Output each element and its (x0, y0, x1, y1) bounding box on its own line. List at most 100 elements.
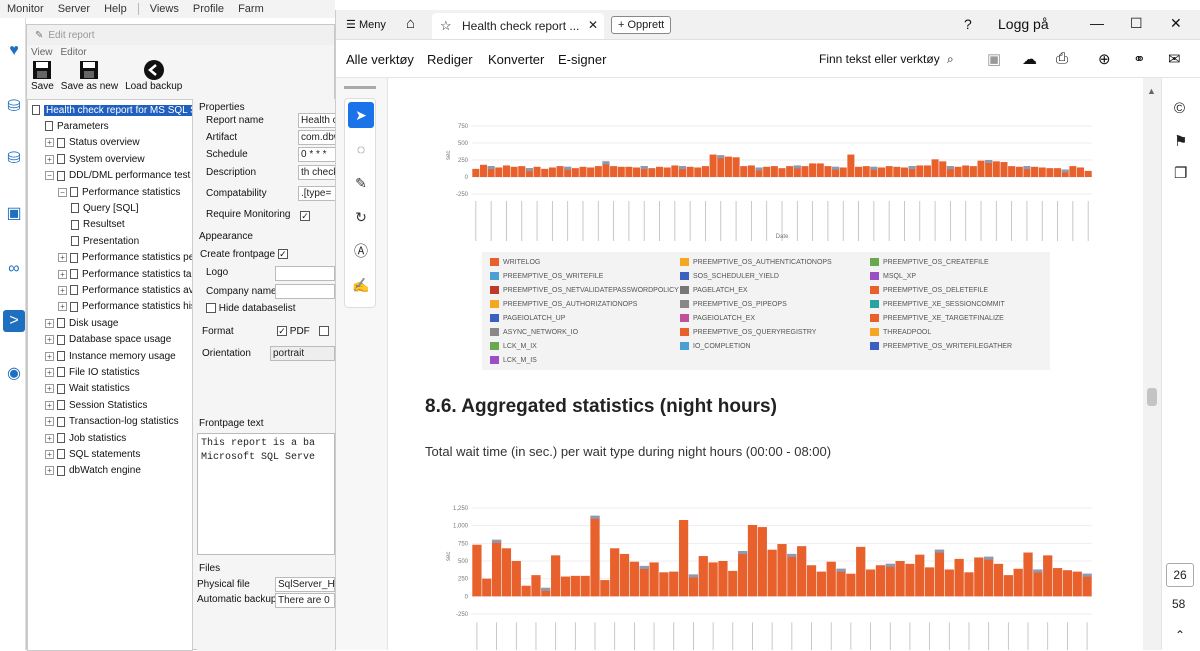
signature-icon[interactable]: ✍ (348, 272, 374, 298)
menubar-item-views[interactable]: Views (143, 3, 186, 15)
tree-item[interactable]: Presentation (71, 233, 139, 249)
property-value-field[interactable]: .[type= (298, 186, 335, 201)
tree-item[interactable]: + Job statistics (45, 430, 126, 446)
automatic-backups-field[interactable]: There are 0 (275, 593, 335, 608)
property-value-field[interactable]: 0 * * * (298, 147, 335, 162)
calendar-icon[interactable]: ▣ (3, 203, 25, 225)
menu-button[interactable]: ☰ Meny (346, 18, 386, 31)
scrollbar-thumb[interactable] (1147, 388, 1157, 406)
tree-item[interactable]: + dbWatch engine (45, 463, 141, 479)
tree-expander-icon[interactable]: + (45, 466, 54, 476)
pages-icon[interactable]: ❐ (1174, 164, 1187, 182)
tree-item[interactable]: Query [SQL] (71, 200, 139, 216)
lasso-icon[interactable]: ↻ (348, 204, 374, 230)
tree-expander-icon[interactable]: + (45, 417, 54, 427)
binoculars-icon[interactable]: ∞ (3, 258, 25, 280)
tree-item[interactable]: Parameters (45, 118, 109, 134)
minimize-icon[interactable]: — (1090, 15, 1104, 31)
pen-icon[interactable]: ✎ (348, 170, 374, 196)
hide-databaselist-checkbox[interactable] (206, 303, 216, 314)
tree-item[interactable]: + Session Statistics (45, 397, 147, 413)
scroll-top-icon[interactable]: ⌃ (1175, 628, 1185, 642)
tree-expander-icon[interactable]: + (58, 269, 67, 279)
convert-button[interactable]: Konverter (488, 52, 544, 67)
require-monitoring-checkbox[interactable]: ✓ (300, 211, 310, 221)
menu-view[interactable]: View (27, 47, 57, 58)
tree-item[interactable]: + Performance statistics histor (58, 299, 192, 315)
login-button[interactable]: Logg på (998, 16, 1049, 32)
vertical-scrollbar[interactable]: ▲ (1143, 78, 1161, 650)
drag-handle[interactable] (344, 86, 376, 89)
company-name-field[interactable] (275, 284, 335, 299)
tree-item[interactable]: + Performance statistics avg (58, 282, 192, 298)
current-page-field[interactable]: 26 (1166, 563, 1194, 587)
format-pdf-checkbox[interactable]: ✓ (277, 326, 287, 337)
frontpage-textarea[interactable]: This report is a ba Microsoft SQL Serve (197, 433, 335, 555)
find-tools-button[interactable]: Finn tekst eller verktøy ⌕ (819, 52, 954, 67)
tree-item[interactable]: + Disk usage (45, 315, 118, 331)
select-cursor-icon[interactable]: ➤ (348, 102, 374, 128)
menubar-item-profile[interactable]: Profile (186, 3, 231, 15)
menubar-item-farm[interactable]: Farm (231, 3, 271, 15)
tree-item[interactable]: + Transaction-log statistics (45, 414, 179, 430)
menubar-item-server[interactable]: Server (51, 3, 97, 15)
menubar-item-monitor[interactable]: Monitor (0, 3, 51, 15)
link-icon[interactable]: ⚭ (1133, 50, 1146, 68)
logo-field[interactable] (275, 266, 335, 281)
menubar-item-help[interactable]: Help (97, 3, 134, 15)
tree-expander-icon[interactable]: + (58, 302, 67, 312)
format-other-checkbox[interactable] (318, 326, 329, 337)
load-backup-button[interactable]: Load backup (125, 59, 182, 92)
edit-button[interactable]: Rediger (427, 52, 473, 67)
terminal-icon[interactable]: > (3, 310, 25, 332)
star-icon[interactable]: ☆ (440, 18, 452, 34)
tree-item[interactable]: − Performance statistics (58, 184, 180, 200)
save-button[interactable]: Save (31, 59, 54, 92)
heartbeat-icon[interactable]: ♥ (3, 40, 25, 62)
tree-item[interactable]: + Instance memory usage (45, 348, 176, 364)
tree-expander-icon[interactable]: + (58, 285, 67, 295)
close-tab-icon[interactable]: ✕ (588, 18, 598, 32)
document-tab[interactable]: ☆ Health check report ... ✕ (432, 13, 604, 39)
tree-expander-icon[interactable]: − (58, 187, 67, 197)
tree-item[interactable]: + Performance statistics per 1( (58, 250, 192, 266)
tree-item[interactable]: + File IO statistics (45, 364, 140, 380)
tree-expander-icon[interactable]: − (45, 171, 54, 181)
tree-expander-icon[interactable]: + (45, 400, 54, 410)
tree-expander-icon[interactable]: + (45, 449, 54, 459)
tree-item[interactable]: + Database space usage (45, 332, 171, 348)
tree-expander-icon[interactable]: + (45, 154, 54, 164)
maximize-icon[interactable]: ☐ (1130, 15, 1143, 32)
tree-expander-icon[interactable]: + (45, 384, 54, 394)
tree-expander-icon[interactable]: + (45, 318, 54, 328)
esign-button[interactable]: E-signer (558, 52, 606, 67)
property-value-field[interactable]: Health c (298, 113, 335, 128)
new-tab-button[interactable]: + Opprett (611, 16, 672, 34)
physical-file-field[interactable]: SqlServer_H (275, 577, 335, 592)
home-icon[interactable]: ⌂ (406, 15, 415, 32)
tree-expander-icon[interactable]: + (45, 335, 54, 345)
scroll-up-icon[interactable]: ▲ (1147, 86, 1156, 96)
orientation-select[interactable]: portrait (270, 346, 335, 361)
tree-expander-icon[interactable]: + (45, 367, 54, 377)
create-frontpage-checkbox[interactable]: ✓ (277, 249, 288, 260)
tree-expander-icon[interactable]: + (45, 138, 54, 148)
comment-icon[interactable]: ◌ (348, 136, 374, 162)
tree-item[interactable]: + Performance statistics table (58, 266, 192, 282)
close-window-icon[interactable]: ✕ (1170, 15, 1182, 32)
all-tools-button[interactable]: Alle verktøy (346, 52, 414, 67)
mail-icon[interactable]: ✉ (1168, 50, 1181, 68)
menu-editor[interactable]: Editor (57, 47, 91, 58)
share-user-icon[interactable]: ⊕ (1098, 50, 1111, 68)
tree-expander-icon[interactable]: + (45, 351, 54, 361)
tree-item[interactable]: + Status overview (45, 135, 140, 151)
save-as-new-button[interactable]: Save as new (61, 59, 118, 92)
upload-cloud-icon[interactable]: ☁ (1022, 50, 1037, 68)
database-stack-icon[interactable]: ⛁ (3, 148, 25, 170)
tree-item[interactable]: Health check report for MS SQL Serv (32, 102, 192, 118)
tree-expander-icon[interactable]: + (45, 433, 54, 443)
database-icon[interactable]: ⛁ (3, 96, 25, 118)
text-box-icon[interactable]: Ⓐ (348, 238, 374, 264)
tree-item[interactable]: − DDL/DML performance test (45, 168, 190, 184)
report-icon[interactable]: ◉ (3, 363, 25, 385)
